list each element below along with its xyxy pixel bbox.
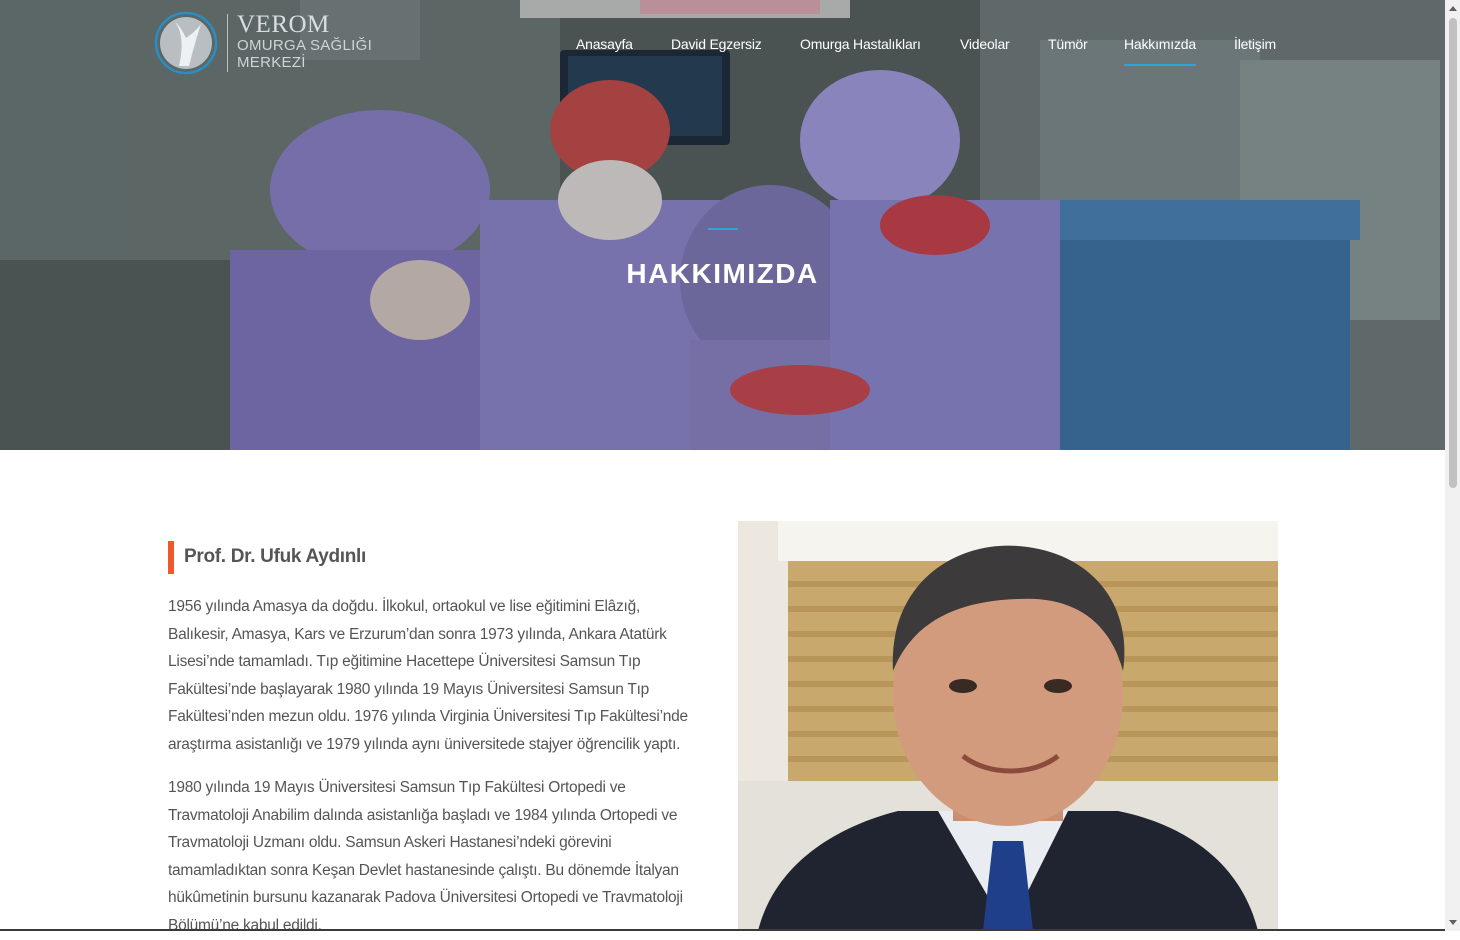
logo-divider (227, 14, 228, 72)
page-scrollbar[interactable] (1445, 0, 1460, 931)
logo-brand-text: VEROM (237, 11, 330, 38)
logo-subtitle-line2: MERKEZİ (237, 54, 306, 71)
bio-paragraph-2: 1980 yılında 19 Mayıs Üniversitesi Samsu… (168, 774, 703, 940)
logo-subtitle-line1: OMURGA SAĞLIĞI (237, 37, 373, 54)
nav-item-omurga-hastaliklari[interactable]: Omurga Hastalıkları (800, 36, 921, 52)
logo-mark-icon (154, 11, 218, 75)
profile-photo (738, 521, 1278, 931)
portrait-image (738, 521, 1278, 931)
hero-accent-line (708, 228, 738, 230)
profile-name-heading: Prof. Dr. Ufuk Aydınlı (184, 546, 367, 567)
page-title: HAKKIMIZDA (626, 258, 819, 289)
nav-item-david-egzersiz[interactable]: David Egzersiz (671, 36, 762, 52)
bio-paragraph-1: 1956 yılında Amasya da doğdu. İlkokul, o… (168, 593, 703, 759)
heading-accent-bar (168, 541, 174, 574)
nav-item-videolar[interactable]: Videolar (960, 36, 1010, 52)
scroll-up-arrow-icon[interactable] (1449, 6, 1457, 11)
scrollbar-thumb[interactable] (1449, 18, 1457, 488)
nav-item-hakkimizda[interactable]: Hakkımızda (1124, 36, 1196, 66)
nav-item-anasayfa[interactable]: Anasayfa (576, 36, 633, 52)
scroll-down-arrow-icon[interactable] (1449, 920, 1457, 925)
nav-item-iletisim[interactable]: İletişim (1234, 36, 1276, 52)
site-logo[interactable]: VEROM OMURGA SAĞLIĞI MERKEZİ (153, 10, 393, 76)
nav-item-tumor[interactable]: Tümör (1048, 36, 1088, 52)
hero-banner: VEROM OMURGA SAĞLIĞI MERKEZİ Anasayfa Da… (0, 0, 1445, 450)
bio-paragraph-2-text: 1980 yılında 19 Mayıs Üniversitesi Samsu… (168, 779, 683, 934)
bio-paragraph-1-text: 1956 yılında Amasya da doğdu. İlkokul, o… (168, 598, 688, 753)
